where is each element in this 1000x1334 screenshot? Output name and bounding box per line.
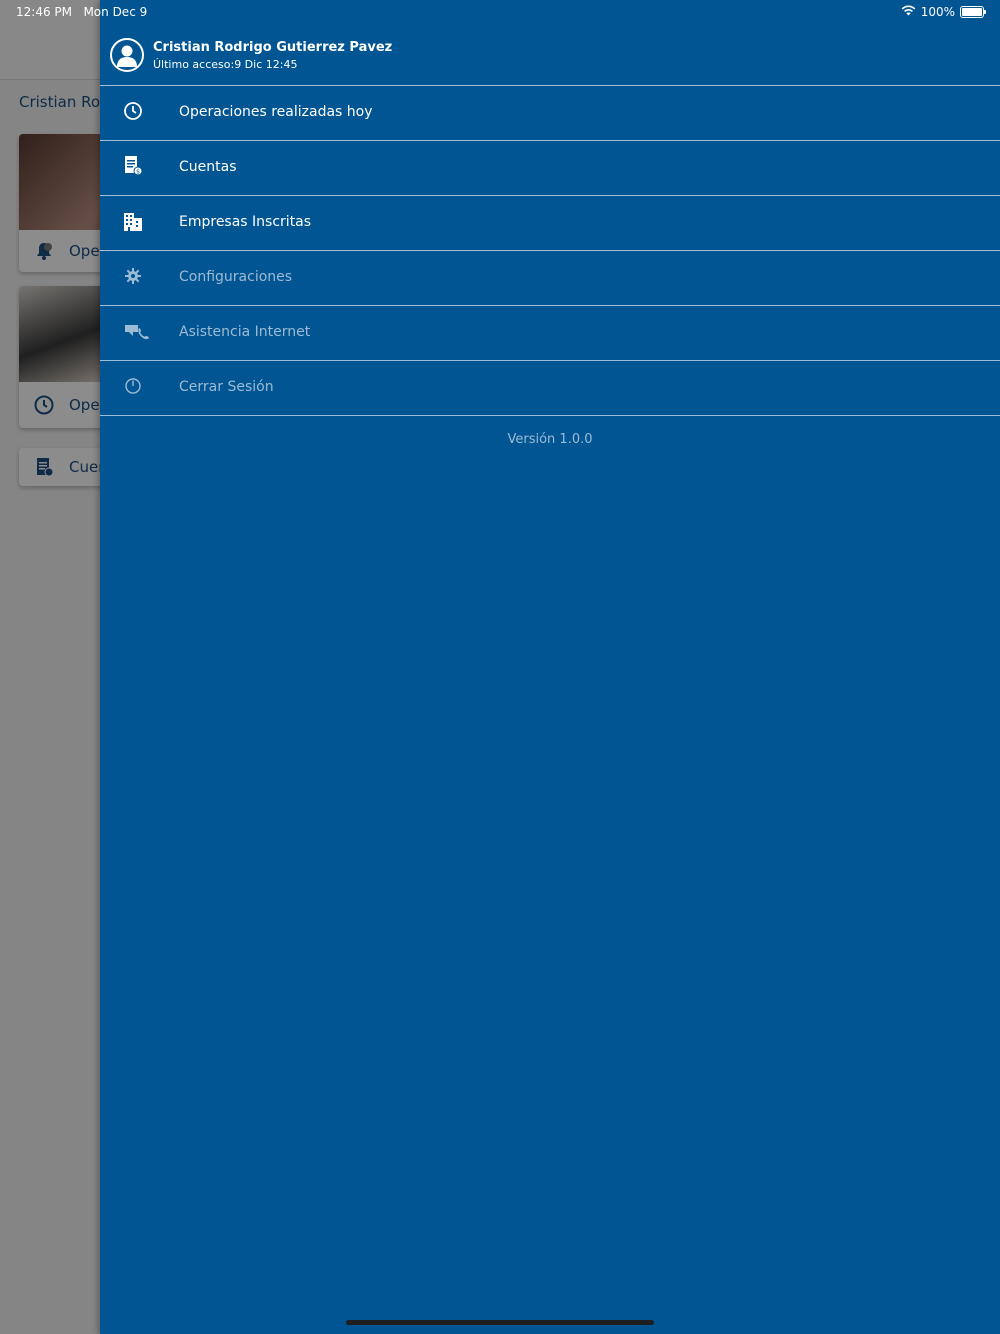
menu-item-label: Cuentas: [179, 159, 237, 175]
last-access: Último acceso:9 Dic 12:45: [153, 58, 298, 71]
home-indicator[interactable]: [346, 1320, 654, 1325]
wifi-icon: [901, 5, 916, 19]
app-version: Versión 1.0.0: [507, 432, 593, 447]
menu-item-label: Configuraciones: [179, 269, 293, 285]
menu-item-label: Operaciones realizadas hoy: [179, 104, 373, 120]
status-time: 12:46 PM Mon Dec 9: [16, 5, 148, 19]
menu-item-label: Empresas Inscritas: [179, 214, 312, 230]
battery-icon: [960, 6, 986, 18]
navigation-drawer: Cristian Rodrigo Gutierrez Pavez Último …: [100, 0, 1000, 1334]
menu-item-logout[interactable]: Cerrar Sesión: [100, 361, 1000, 416]
status-bar: 12:46 PM Mon Dec 9 100%: [0, 0, 1000, 24]
svg-text:$: $: [136, 169, 140, 176]
menu-item-internet-assistance[interactable]: Asistencia Internet: [100, 306, 1000, 361]
battery-percent: 100%: [920, 5, 955, 19]
power-icon: [122, 375, 144, 397]
menu-item-accounts[interactable]: $ Cuentas: [100, 141, 1000, 196]
status-right: 100%: [901, 5, 986, 19]
gear-icon: [122, 265, 144, 287]
menu-item-settings[interactable]: Configuraciones: [100, 251, 1000, 306]
menu-item-label: Cerrar Sesión: [179, 379, 274, 395]
user-name: Cristian Rodrigo Gutierrez Pavez: [153, 40, 393, 55]
building-icon: [122, 210, 144, 232]
menu-item-label: Asistencia Internet: [179, 324, 311, 340]
user-avatar-icon: [110, 38, 144, 72]
clock-icon: [122, 100, 144, 122]
menu-item-companies[interactable]: Empresas Inscritas: [100, 196, 1000, 251]
phone-support-icon: [124, 320, 152, 342]
document-icon: $: [122, 155, 144, 177]
menu-item-operations-today[interactable]: Operaciones realizadas hoy: [100, 86, 1000, 141]
